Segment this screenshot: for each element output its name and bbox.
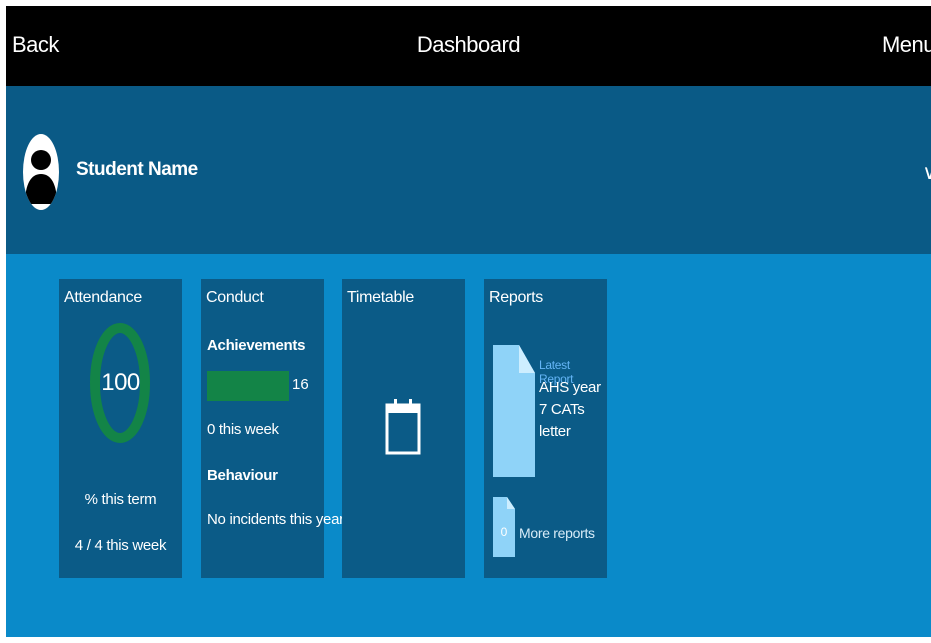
attendance-tile[interactable]: Attendance 100 % this term 4 / 4 this we… xyxy=(59,279,182,578)
conduct-title: Conduct xyxy=(206,289,264,306)
avatar xyxy=(23,134,59,210)
timetable-tile[interactable]: Timetable xyxy=(342,279,465,578)
app-frame: Back Dashboard Menu Student Name ∨ Atten… xyxy=(6,6,931,637)
page-title: Dashboard xyxy=(416,32,521,57)
timetable-title: Timetable xyxy=(347,289,414,306)
behaviour-text: No incidents this year xyxy=(207,511,344,528)
person-silhouette-icon xyxy=(25,150,57,204)
achievements-week: 0 this week xyxy=(207,421,279,438)
behaviour-heading: Behaviour xyxy=(207,467,278,484)
top-bar: Back Dashboard Menu xyxy=(6,6,931,86)
achievements-bar xyxy=(207,371,289,401)
attendance-week-label: 4 / 4 this week xyxy=(74,537,167,554)
reports-title: Reports xyxy=(489,289,543,306)
achievements-count: 16 xyxy=(292,376,309,393)
attendance-term-label: % this term xyxy=(84,491,157,508)
dashboard-content: Attendance 100 % this term 4 / 4 this we… xyxy=(6,254,931,637)
conduct-tile[interactable]: Conduct Achievements 16 0 this week Beha… xyxy=(201,279,344,578)
attendance-title: Attendance xyxy=(64,289,142,306)
latest-report-name[interactable]: AHS year 7 CATs letter xyxy=(539,377,607,443)
achievements-heading: Achievements xyxy=(207,337,306,354)
student-name: Student Name xyxy=(76,159,198,180)
attendance-value: 100 xyxy=(101,369,140,396)
reports-tile[interactable]: Reports Latest Report AHS year 7 CATs le… xyxy=(484,279,607,578)
menu-button[interactable]: Menu xyxy=(882,32,931,58)
calendar-icon xyxy=(385,399,421,455)
more-reports-link[interactable]: More reports xyxy=(519,525,595,541)
student-selector[interactable]: Student Name ∨ xyxy=(6,86,931,254)
more-reports-count: 0 xyxy=(500,525,508,539)
chevron-down-icon[interactable]: ∨ xyxy=(922,160,931,185)
document-icon[interactable] xyxy=(493,345,535,477)
